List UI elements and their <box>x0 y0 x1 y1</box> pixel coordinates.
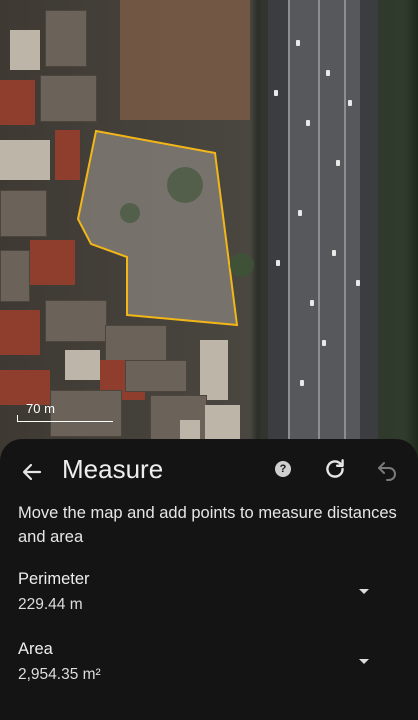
map-scale-bar <box>17 415 113 422</box>
map-tree <box>230 253 254 277</box>
undo-icon[interactable] <box>375 457 399 481</box>
arrow-left-icon[interactable] <box>20 460 44 484</box>
area-label: Area <box>18 640 53 658</box>
map-scale-label: 70 m <box>26 401 55 416</box>
measure-panel: Measure ? Move the map and add points to… <box>0 439 418 720</box>
area-dropdown-icon[interactable] <box>359 659 369 664</box>
help-circle-icon[interactable]: ? <box>275 461 291 477</box>
area-value: 2,954.35 m² <box>18 666 101 683</box>
map-tree <box>167 167 203 203</box>
refresh-icon[interactable] <box>322 456 348 482</box>
measured-area-polygon <box>76 129 239 327</box>
panel-description: Move the map and add points to measure d… <box>18 504 397 546</box>
satellite-map[interactable]: 70 m <box>0 0 418 470</box>
panel-title: Measure <box>62 454 164 484</box>
measure-polygon-layer <box>76 129 254 327</box>
perimeter-dropdown-icon[interactable] <box>359 589 369 594</box>
perimeter-value: 229.44 m <box>18 596 83 613</box>
map-tree <box>120 203 140 223</box>
perimeter-label: Perimeter <box>18 570 90 588</box>
